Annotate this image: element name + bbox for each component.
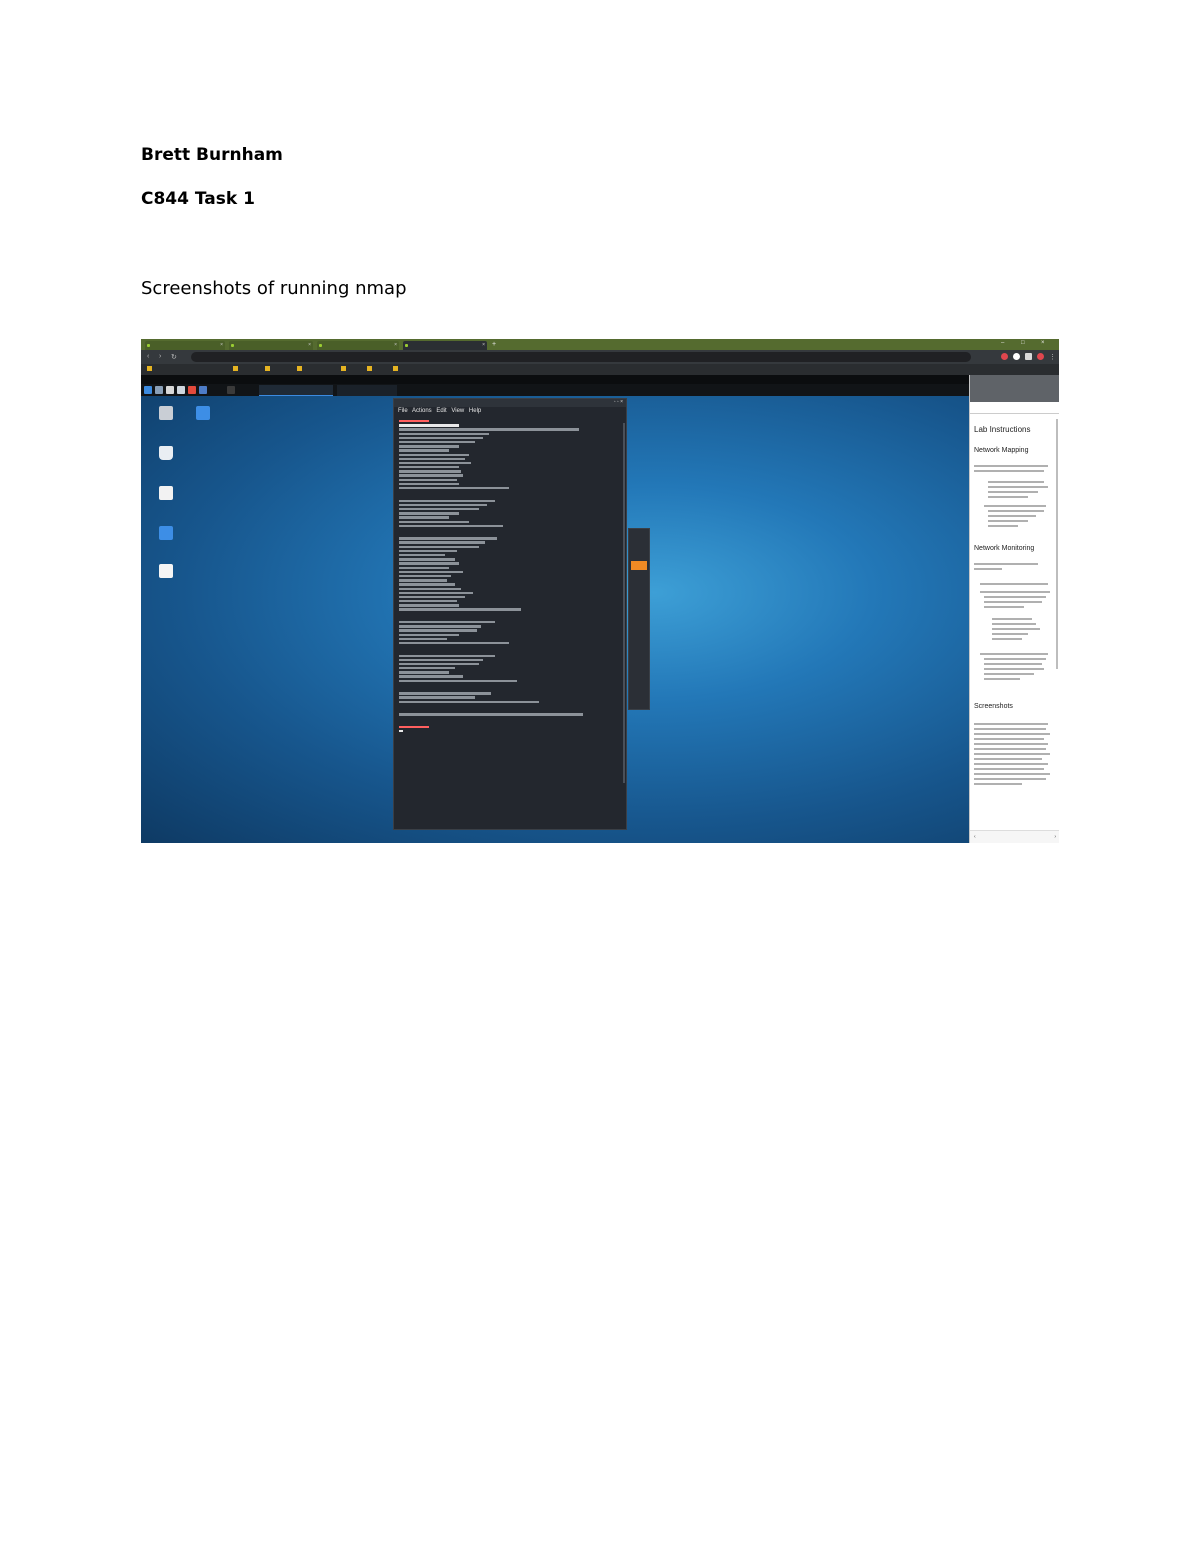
panel-heading-instructions: Lab Instructions <box>974 425 1031 434</box>
tab-favicon-icon <box>319 344 322 347</box>
bookmark-item[interactable] <box>265 366 272 372</box>
close-icon[interactable]: × <box>482 342 485 348</box>
bookmark-item[interactable] <box>393 366 400 372</box>
folder-icon <box>233 366 238 372</box>
minimize-icon[interactable]: – <box>1001 340 1004 346</box>
folder-icon <box>393 366 398 372</box>
launcher-icon[interactable] <box>166 386 174 394</box>
forward-icon[interactable]: › <box>159 353 161 360</box>
bookmark-item[interactable] <box>233 366 240 372</box>
browser-tab[interactable]: × <box>145 341 225 350</box>
extension-icon[interactable] <box>1001 353 1008 360</box>
browser-nav-bar: ‹ › ↻ ⋮ <box>141 350 1059 364</box>
launcher-icon[interactable] <box>155 386 163 394</box>
folder-icon <box>265 366 270 372</box>
bookmark-item[interactable] <box>147 366 154 372</box>
panel-scrollbar[interactable] <box>1056 419 1058 669</box>
close-icon[interactable]: × <box>308 342 311 348</box>
panel-tabs <box>970 403 1059 414</box>
terminal-titlebar: ◦ ◦ × <box>394 399 626 407</box>
close-icon[interactable]: × <box>394 342 397 348</box>
home-icon[interactable] <box>149 526 183 540</box>
back-icon[interactable]: ‹ <box>147 353 149 360</box>
screenshot-caption: Screenshots of running nmap <box>141 278 407 299</box>
address-bar[interactable] <box>191 352 971 362</box>
panel-header <box>970 375 1059 402</box>
course-title: C844 Task 1 <box>141 189 255 209</box>
folder-icon[interactable] <box>186 406 220 420</box>
previous-button[interactable]: ‹ <box>974 834 976 840</box>
new-tab-icon[interactable]: + <box>492 341 496 348</box>
terminal-window[interactable]: ◦ ◦ × File Actions Edit View Help <box>393 398 627 830</box>
browser-tab[interactable]: × <box>229 341 313 350</box>
text-file-icon[interactable] <box>149 564 183 578</box>
tab-favicon-icon <box>231 344 234 347</box>
folder-icon <box>341 366 346 372</box>
bookmark-item[interactable] <box>367 366 374 372</box>
browser-tab[interactable]: × <box>317 341 399 350</box>
folder-icon <box>147 366 152 372</box>
embedded-screenshot: × × × × + – □ × ‹ › ↻ ⋮ ◦ ◦ × File Actio… <box>141 339 1059 843</box>
orange-tab <box>631 561 647 570</box>
tab-favicon-icon <box>405 344 408 347</box>
author-name: Brett Burnham <box>141 145 283 165</box>
bookmark-item[interactable] <box>341 366 348 372</box>
profile-avatar[interactable] <box>1037 353 1044 360</box>
next-button[interactable]: › <box>1054 834 1056 840</box>
browser-tab-bar: × × × × + – □ × <box>141 339 1059 350</box>
taskbar-window-terminal[interactable] <box>259 385 333 396</box>
launcher-icon[interactable] <box>177 386 185 394</box>
close-window-icon[interactable]: × <box>1041 340 1045 346</box>
maximize-icon[interactable]: □ <box>1021 340 1025 346</box>
taskbar-window[interactable] <box>337 385 397 396</box>
tab-favicon-icon <box>147 344 150 347</box>
browser-menu-icon[interactable]: ⋮ <box>1049 353 1056 361</box>
terminal-menu[interactable]: File Actions Edit View Help <box>398 408 481 414</box>
folder-icon <box>297 366 302 372</box>
terminal-scrollbar[interactable] <box>623 423 625 783</box>
app-menu-icon[interactable] <box>144 386 152 394</box>
panel-heading-screenshots: Screenshots <box>974 703 1013 710</box>
browser-tab-active[interactable]: × <box>403 341 487 350</box>
launcher-icon[interactable] <box>199 386 207 394</box>
trash-icon[interactable] <box>149 446 183 460</box>
extension-icon[interactable] <box>1025 353 1032 360</box>
panel-footer: ‹ › <box>970 830 1059 843</box>
lab-instructions-panel: Lab Instructions Network Mapping Network… <box>969 375 1059 843</box>
background-window[interactable] <box>628 528 650 710</box>
terminal-output <box>399 420 621 820</box>
extension-icon[interactable] <box>1013 353 1020 360</box>
bookmarks-bar <box>141 364 1059 375</box>
vm-taskbar <box>141 384 969 396</box>
vm-title-strip <box>141 375 1059 384</box>
reload-icon[interactable]: ↻ <box>171 353 177 361</box>
file-system-icon[interactable] <box>149 486 183 500</box>
panel-heading-monitoring: Network Monitoring <box>974 545 1035 552</box>
folder-icon <box>367 366 372 372</box>
home-folder-icon[interactable] <box>149 406 183 420</box>
panel-heading-mapping: Network Mapping <box>974 447 1029 454</box>
launcher-icon[interactable] <box>188 386 196 394</box>
close-icon[interactable]: ◦ ◦ × <box>614 399 623 405</box>
bookmark-item[interactable] <box>297 366 304 372</box>
close-icon[interactable]: × <box>220 342 223 348</box>
workspace-icon[interactable] <box>227 386 235 394</box>
vm-desktop: ◦ ◦ × File Actions Edit View Help <box>141 396 969 843</box>
